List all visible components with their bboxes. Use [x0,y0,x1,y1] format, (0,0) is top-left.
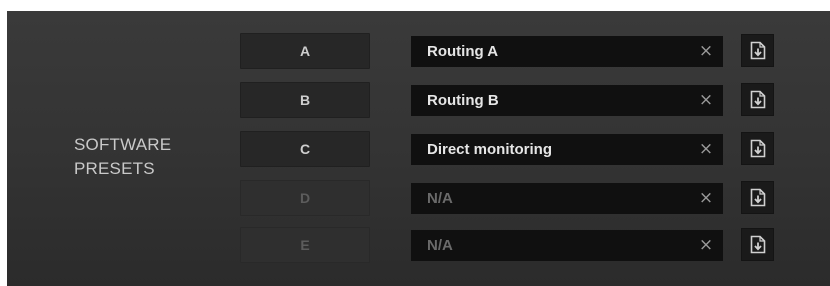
preset-row-b: B Routing B × [0,82,830,118]
file-import-icon [750,41,766,60]
load-preset-button-b[interactable] [741,83,774,116]
preset-name-text: N/A [427,237,453,254]
preset-name-text: Direct monitoring [427,141,553,158]
preset-slot-button-a[interactable]: A [240,33,370,69]
preset-name-field-a[interactable]: Routing A × [411,36,723,67]
preset-slot-button-b[interactable]: B [240,82,370,118]
preset-slot-button-c[interactable]: C [240,131,370,167]
preset-name-field-b[interactable]: Routing B × [411,85,723,116]
load-preset-button-d[interactable] [741,181,774,214]
file-import-icon [750,188,766,207]
preset-slot-button-e[interactable]: E [240,227,370,263]
file-import-icon [750,139,766,158]
preset-name-field-e[interactable]: N/A × [411,230,723,261]
clear-icon[interactable]: × [697,183,715,214]
file-import-icon [750,90,766,109]
clear-icon[interactable]: × [697,134,715,165]
preset-name-field-c[interactable]: Direct monitoring × [411,134,723,165]
load-preset-button-e[interactable] [741,228,774,261]
clear-icon[interactable]: × [697,36,715,67]
preset-name-text: N/A [427,190,453,207]
preset-name-field-d[interactable]: N/A × [411,183,723,214]
load-preset-button-a[interactable] [741,34,774,67]
preset-row-d: D N/A × [0,180,830,216]
preset-name-text: Routing A [427,43,499,60]
preset-row-c: C Direct monitoring × [0,131,830,167]
preset-name-text: Routing B [427,92,499,109]
clear-icon[interactable]: × [697,230,715,261]
preset-row-e: E N/A × [0,227,830,263]
preset-row-a: A Routing A × [0,33,830,69]
load-preset-button-c[interactable] [741,132,774,165]
clear-icon[interactable]: × [697,85,715,116]
file-import-icon [750,235,766,254]
preset-slot-button-d[interactable]: D [240,180,370,216]
